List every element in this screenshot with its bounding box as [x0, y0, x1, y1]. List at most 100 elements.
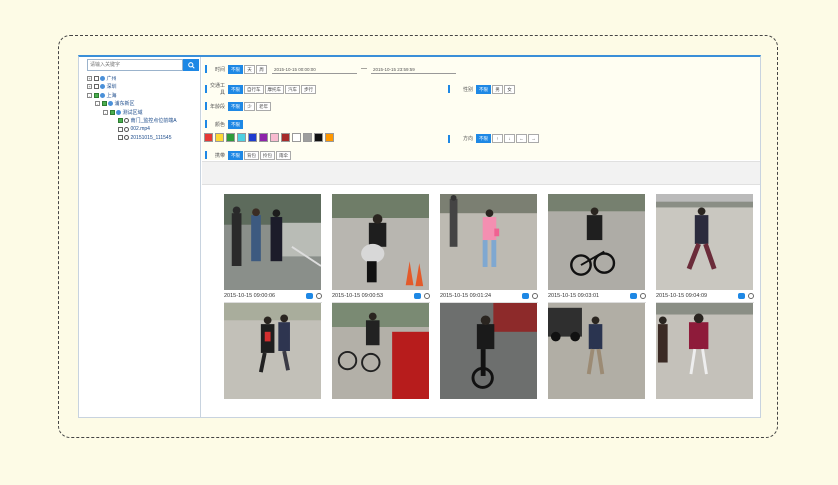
result-thumbnail[interactable]	[224, 303, 321, 399]
filter-age: 年龄段 不限少老年	[206, 101, 272, 111]
result-card[interactable]	[440, 303, 538, 412]
search-icon	[187, 61, 195, 69]
tree-node[interactable]: - 浦东新区	[87, 100, 177, 109]
filter-carry-option[interactable]: 不限	[228, 150, 243, 160]
filter-direction-option[interactable]: 不限	[476, 133, 491, 143]
filter-direction-option[interactable]: ↑	[492, 133, 503, 143]
result-thumbnail[interactable]	[548, 303, 645, 399]
person-search-icon[interactable]	[316, 293, 322, 299]
color-swatch[interactable]	[226, 132, 235, 142]
tree-checkbox[interactable]	[117, 118, 123, 124]
filter-gender-option[interactable]: 不限	[476, 84, 491, 94]
result-card[interactable]	[656, 303, 754, 412]
filter-direction-option[interactable]: ↓	[504, 133, 515, 143]
filter-vehicle-option[interactable]: 自行车	[244, 84, 264, 94]
tree-checkbox[interactable]	[117, 126, 123, 132]
tree-node[interactable]: - 上海	[87, 91, 177, 100]
result-card[interactable]	[224, 303, 322, 412]
locate-icon[interactable]	[738, 293, 745, 299]
result-card[interactable]: 2015-10-15 09:00:06	[224, 194, 322, 303]
filter-vehicle-option[interactable]: 摩托车	[264, 84, 284, 94]
search-button[interactable]	[183, 59, 199, 71]
color-swatch[interactable]	[204, 132, 213, 142]
collapse-icon[interactable]: -	[87, 92, 92, 98]
tree-checkbox[interactable]	[93, 92, 99, 98]
color-swatch[interactable]	[314, 132, 323, 142]
tree-checkbox[interactable]	[117, 135, 123, 141]
result-caption-spacer	[548, 399, 646, 412]
end-time-field[interactable]: 2015-10-15 23:59:59	[371, 65, 456, 74]
color-swatch[interactable]	[292, 132, 301, 142]
result-card[interactable]: 2015-10-15 09:03:01	[548, 194, 646, 303]
locate-icon[interactable]	[306, 293, 313, 299]
filter-vehicle-option[interactable]: 不限	[228, 84, 243, 94]
filter-vehicle-option[interactable]: 步行	[301, 84, 316, 94]
filter-gender-option[interactable]: 男	[492, 84, 503, 94]
filter-carry-option[interactable]: 雨伞	[276, 150, 291, 160]
person-search-icon[interactable]	[748, 293, 754, 299]
expand-icon[interactable]: +	[87, 84, 92, 90]
tree-node[interactable]: - 测试区域	[87, 108, 177, 117]
color-swatch[interactable]	[248, 132, 257, 142]
camera-icon	[124, 118, 129, 124]
filter-age-option[interactable]: 不限	[228, 101, 243, 111]
person-search-icon[interactable]	[640, 293, 646, 299]
result-thumbnail[interactable]	[440, 194, 537, 290]
tree-node[interactable]: 002.mp4	[87, 125, 177, 134]
tree-search-input[interactable]	[87, 59, 183, 71]
result-time: 2015-10-15 09:03:01	[548, 293, 600, 299]
filter-carry-option[interactable]: 背包	[244, 150, 259, 160]
color-swatch[interactable]	[259, 132, 268, 142]
tree-node[interactable]: + 深圳	[87, 83, 177, 92]
filter-vehicle-option[interactable]: 汽车	[285, 84, 300, 94]
filter-time-option[interactable]: 不限	[228, 64, 243, 74]
tree-checkbox[interactable]	[93, 84, 99, 90]
tree-checkbox[interactable]	[101, 101, 107, 107]
filter-gender-option[interactable]: 女	[504, 84, 515, 94]
tree-node[interactable]: 南门_监控点位前端A	[87, 117, 177, 126]
result-card[interactable]: 2015-10-15 09:04:09	[656, 194, 754, 303]
start-time-field[interactable]: 2015-10-15 00:00:00	[272, 65, 357, 74]
tree-checkbox[interactable]	[93, 75, 99, 81]
result-card[interactable]	[332, 303, 430, 412]
filter-age-option[interactable]: 老年	[256, 101, 271, 111]
tree-node[interactable]: + 广州	[87, 74, 177, 83]
collapse-icon[interactable]: -	[103, 109, 108, 115]
locate-icon[interactable]	[522, 293, 529, 299]
filter-age-option[interactable]: 少	[244, 101, 255, 111]
expand-icon[interactable]: +	[87, 75, 92, 81]
filter-time-option[interactable]: 周	[256, 64, 267, 74]
filter-carry-option[interactable]: 拎包	[260, 150, 275, 160]
result-thumbnail[interactable]	[332, 303, 429, 399]
result-card[interactable]	[548, 303, 646, 412]
collapse-icon[interactable]: -	[95, 101, 100, 107]
locate-icon[interactable]	[414, 293, 421, 299]
locate-icon[interactable]	[630, 293, 637, 299]
color-swatch[interactable]	[325, 132, 334, 142]
tree-checkbox[interactable]	[109, 109, 115, 115]
result-caption-spacer	[224, 399, 322, 412]
person-search-icon[interactable]	[532, 293, 538, 299]
person-search-icon[interactable]	[424, 293, 430, 299]
result-caption: 2015-10-15 09:03:01	[548, 290, 646, 303]
result-thumbnail[interactable]	[656, 194, 753, 290]
result-thumbnail[interactable]	[332, 194, 429, 290]
filter-color-option[interactable]: 不限	[228, 119, 243, 129]
filter-time-option[interactable]: 天	[244, 64, 255, 74]
result-time: 2015-10-15 09:04:09	[656, 293, 708, 299]
result-thumbnail[interactable]	[656, 303, 753, 399]
tree-search	[87, 59, 199, 71]
result-card[interactable]: 2015-10-15 09:00:53	[332, 194, 430, 303]
result-thumbnail[interactable]	[548, 194, 645, 290]
result-thumbnail[interactable]	[224, 194, 321, 290]
color-swatch[interactable]	[237, 132, 246, 142]
color-swatch[interactable]	[215, 132, 224, 142]
filter-direction-option[interactable]: →	[528, 133, 539, 143]
result-thumbnail[interactable]	[440, 303, 537, 399]
tree-node[interactable]: 20151015_111545	[87, 134, 177, 143]
filter-direction-option[interactable]: ←	[516, 133, 527, 143]
color-swatch[interactable]	[281, 132, 290, 142]
color-swatch[interactable]	[303, 132, 312, 142]
color-swatch[interactable]	[270, 132, 279, 142]
result-card[interactable]: 2015-10-15 09:01:24	[440, 194, 538, 303]
